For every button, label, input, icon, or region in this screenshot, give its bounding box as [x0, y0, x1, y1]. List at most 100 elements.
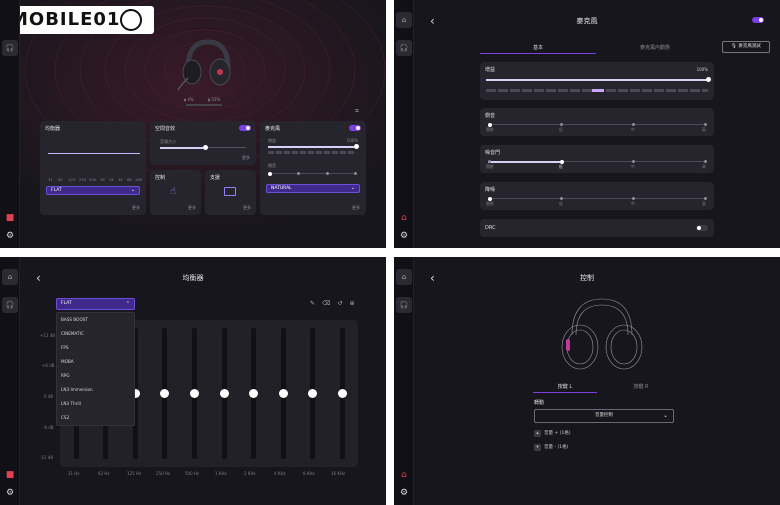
arrow-up-icon: ▴ — [534, 430, 541, 437]
settings-icon[interactable]: ⚙ — [4, 487, 16, 499]
eq-more-link[interactable]: 更多 — [132, 205, 140, 211]
sidetone-tick: 中 — [631, 127, 635, 132]
preset-option[interactable]: LN3 Immersion — [57, 383, 134, 397]
eq-freq-label: 2K — [109, 177, 114, 182]
delete-icon[interactable]: ⌫ — [322, 300, 337, 307]
settings-icon[interactable]: ⚙ — [398, 487, 410, 499]
eq-band-knob[interactable] — [278, 389, 288, 398]
rule-down: ▾ 音量 - (1格) — [534, 444, 568, 451]
noise-gate-stop-active[interactable] — [560, 159, 564, 164]
share-icon[interactable]: ⊕ — [350, 300, 362, 307]
eq-band-knob[interactable] — [337, 389, 347, 398]
sidetone-stop[interactable] — [704, 123, 707, 126]
tab-advanced[interactable]: 麥克風內動態 — [600, 44, 710, 51]
mic-card[interactable]: 麥克風 增益 100% 側音 NATURAL ⌄ 更多 — [260, 121, 366, 215]
mic-gain-slider[interactable] — [268, 144, 359, 149]
sidetone-stop[interactable] — [354, 172, 357, 175]
eq-preset-select[interactable]: FLAT ⌃ — [56, 298, 135, 310]
mic-test-button[interactable]: 🎙 麥克風測試 — [722, 41, 770, 53]
noise-gate-stop[interactable] — [704, 160, 707, 163]
preset-option[interactable]: MOBA — [57, 355, 134, 369]
sidetone-stop[interactable] — [560, 123, 563, 126]
control-more-link[interactable]: 更多 — [188, 205, 196, 211]
sidetone-stop-active[interactable] — [268, 171, 272, 176]
device-thumbnail[interactable]: 🎧 — [396, 297, 412, 313]
eq-band-knob[interactable] — [160, 389, 170, 398]
noise-gate-stop[interactable] — [632, 160, 635, 163]
gain-slider[interactable] — [486, 77, 711, 82]
support-more-link[interactable]: 更多 — [243, 205, 251, 211]
noise-gate-stop[interactable] — [488, 160, 491, 163]
eq-y-label: -6 dB — [43, 425, 54, 430]
alert-icon[interactable]: ■ — [4, 212, 16, 224]
eq-band-knob[interactable] — [249, 389, 259, 398]
device-thumbnail[interactable]: 🎧 — [396, 40, 412, 56]
noise-reduction-stop[interactable] — [560, 197, 563, 200]
chevron-up-icon: ⌃ — [125, 301, 130, 307]
eq-preset-select[interactable]: FLAT ⌄ — [46, 186, 140, 195]
alert-icon[interactable]: ⌂ — [398, 469, 410, 481]
eq-y-label: +12 dB — [40, 333, 55, 338]
preset-option[interactable]: CINEMATIC — [57, 327, 134, 341]
settings-icon[interactable]: ⚙ — [4, 230, 16, 242]
gain-knob[interactable] — [706, 77, 711, 82]
device-thumbnail[interactable]: 🎧 — [2, 40, 18, 56]
edit-icon[interactable]: ✎ — [310, 300, 322, 307]
tab-right-key[interactable]: 按鍵 R — [609, 383, 673, 390]
spatial-slider-fill — [160, 146, 203, 149]
sidetone-stop-active[interactable] — [488, 122, 492, 127]
noise-reduction-tick: 高 — [702, 201, 706, 206]
spatial-slider[interactable] — [160, 145, 246, 150]
eq-band-knob[interactable] — [189, 389, 199, 398]
sidetone-stop[interactable] — [326, 172, 329, 175]
controls-pane: ⌂ 🎧 ⌂ ⚙ ‹ 控制 按鍵 L 按鍵 R 轉動 音量控制 ⌄ ▴ 音量 + … — [394, 257, 780, 505]
spatial-more-link[interactable]: 更多 — [242, 155, 250, 161]
rotate-action-select[interactable]: 音量控制 ⌄ — [534, 409, 674, 423]
tab-basic[interactable]: 基本 — [480, 44, 596, 51]
alert-icon[interactable]: ⌂ — [398, 212, 410, 224]
reset-icon[interactable]: ↺ — [338, 300, 350, 307]
eq-card[interactable]: 均衡器 31 62 125 250 500 1K 2K 4K 8K 16K FL… — [40, 121, 146, 215]
layout-grid-icon[interactable]: ⌗ — [355, 107, 359, 116]
chevron-down-icon: ⌄ — [350, 185, 355, 191]
noise-gate-label: 噪音門 — [485, 150, 501, 156]
preset-option[interactable]: LN3 Thrill — [57, 397, 134, 411]
mic-preset-select[interactable]: NATURAL ⌄ — [266, 184, 360, 193]
noise-reduction-slider[interactable] — [488, 196, 707, 201]
device-thumbnail[interactable]: 🎧 — [2, 297, 18, 313]
spatial-slider-knob[interactable] — [203, 145, 208, 150]
sidetone-stop[interactable] — [297, 172, 300, 175]
mic-more-link[interactable]: 更多 — [352, 205, 360, 211]
noise-reduction-stop[interactable] — [704, 197, 707, 200]
sidetone-slider[interactable] — [268, 171, 357, 176]
spatial-audio-card[interactable]: 空間音效 音場大小 更多 — [150, 121, 256, 165]
mic-gain-knob[interactable] — [354, 144, 359, 149]
noise-reduction-stop[interactable] — [632, 197, 635, 200]
eq-x-label: 31 Hz — [68, 471, 80, 476]
tab-left-key[interactable]: 按鍵 L — [533, 383, 597, 390]
drc-toggle[interactable] — [696, 225, 708, 231]
preset-option[interactable]: FPS — [57, 341, 134, 355]
eq-band-knob[interactable] — [308, 389, 318, 398]
sidetone-stop[interactable] — [632, 123, 635, 126]
mic-master-toggle[interactable] — [752, 17, 764, 23]
eq-band-knob[interactable] — [219, 389, 229, 398]
mic-gain-fill — [268, 145, 356, 148]
noise-reduction-stop-active[interactable] — [488, 196, 492, 201]
noise-gate-slider[interactable] — [488, 159, 707, 164]
mic-toggle[interactable] — [349, 125, 361, 131]
sidetone-tick: 高 — [702, 127, 706, 132]
rule-up: ▴ 音量 + (1格) — [534, 430, 571, 437]
sidetone-tick: 低 — [559, 127, 563, 132]
preset-option[interactable]: CS2 — [57, 411, 134, 425]
preset-option[interactable]: BASS BOOST — [57, 313, 134, 327]
preset-option[interactable]: RPG — [57, 369, 134, 383]
sidetone-slider[interactable] — [488, 122, 707, 127]
alert-icon[interactable]: ■ — [4, 469, 16, 481]
gain-fill — [486, 78, 708, 81]
control-card[interactable]: 控制 ☝ 更多 — [150, 170, 201, 215]
support-card[interactable]: 支援 更多 — [205, 170, 256, 215]
side-rail: ⌂ 🎧 ⌂ ⚙ — [394, 257, 414, 505]
spatial-toggle[interactable] — [239, 125, 251, 131]
settings-icon[interactable]: ⚙ — [398, 230, 410, 242]
